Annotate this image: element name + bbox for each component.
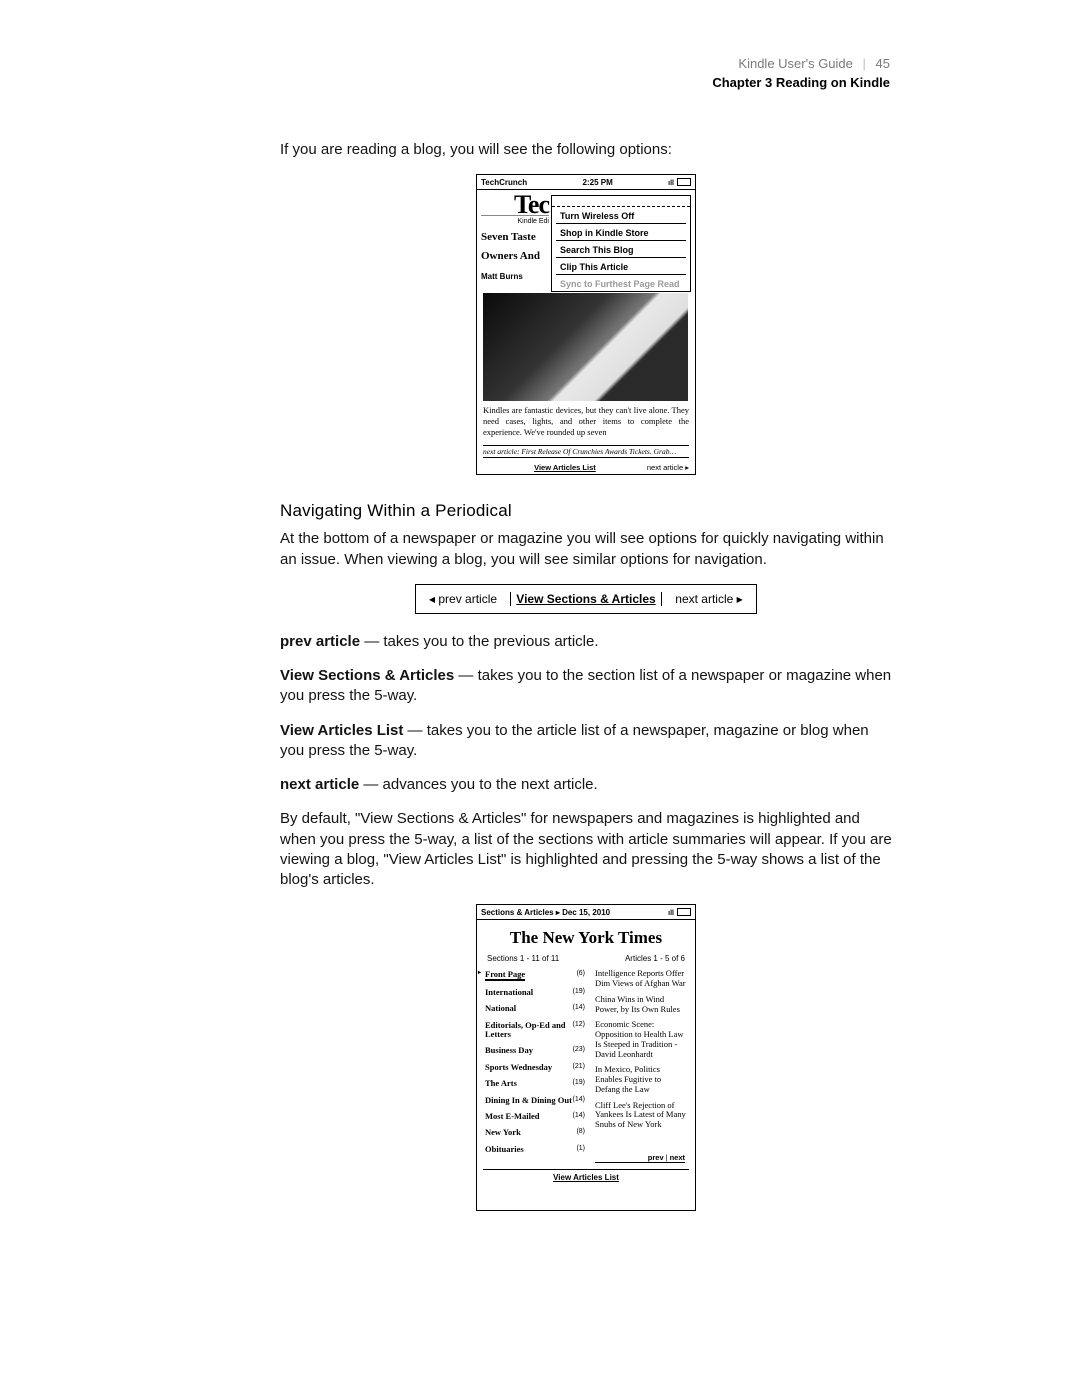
page-header: Kindle User's Guide | 45 Chapter 3 Readi… <box>712 56 890 92</box>
section-item[interactable]: ▸Front Page(6) <box>485 966 585 984</box>
page-number: 45 <box>876 56 890 71</box>
view-sections-articles-button[interactable]: View Sections & Articles <box>510 592 662 606</box>
header-divider: | <box>857 56 872 71</box>
article-byline: Matt Burns <box>481 272 549 281</box>
next-label[interactable]: next <box>670 1153 685 1162</box>
section-item[interactable]: Business Day(23) <box>485 1043 585 1059</box>
battery-icon <box>677 908 691 916</box>
section-item[interactable]: The Arts(19) <box>485 1076 585 1092</box>
app-title: TechCrunch <box>481 178 527 187</box>
definition-vsa: View Sections & Articles — takes you to … <box>280 666 892 707</box>
menu-item-sync: Sync to Furthest Page Read <box>556 275 686 291</box>
guide-title: Kindle User's Guide <box>738 56 852 71</box>
next-article-button[interactable]: next article ▶ <box>662 592 756 606</box>
options-menu: Turn Wireless Off Shop in Kindle Store S… <box>551 195 691 292</box>
article-headline: Owners And <box>481 250 549 263</box>
triangle-left-icon: ◀ <box>429 595 435 604</box>
clock: 2:25 PM <box>583 178 613 187</box>
intro-text: If you are reading a blog, you will see … <box>280 140 892 160</box>
section-item[interactable]: International(19) <box>485 985 585 1001</box>
next-article-label: next article <box>675 592 733 606</box>
desc-next-article: — advances you to the next article. <box>359 776 597 793</box>
default-behavior-text: By default, "View Sections & Articles" f… <box>280 809 892 890</box>
chapter-title: Chapter 3 Reading on Kindle <box>712 75 890 92</box>
article-item[interactable]: Economic Scene: Opposition to Health Law… <box>595 1017 687 1062</box>
prev-next-nav[interactable]: prev|next <box>595 1133 685 1163</box>
article-headline: Seven Taste <box>481 231 549 244</box>
device-status-bar: TechCrunch 2:25 PM <box>477 175 695 190</box>
sections-list: ▸Front Page(6) International(19) Nationa… <box>485 966 585 1163</box>
definition-val: View Articles List — takes you to the ar… <box>280 721 892 762</box>
menu-item-search-blog[interactable]: Search This Blog <box>556 241 686 258</box>
menu-item-wireless-off[interactable]: Turn Wireless Off <box>556 207 686 224</box>
next-article-preview: next article: First Release Of Crunchies… <box>483 445 689 458</box>
signal-icon <box>668 178 674 187</box>
newspaper-masthead: The New York Times <box>477 928 695 948</box>
section-heading: Navigating Within a Periodical <box>280 501 892 521</box>
section-item[interactable]: New York(8) <box>485 1125 585 1141</box>
term-view-sections: View Sections & Articles <box>280 667 454 684</box>
section-item[interactable]: Obituaries(1) <box>485 1141 585 1157</box>
article-item[interactable]: Intelligence Reports Offer Dim Views of … <box>595 966 687 992</box>
blog-menu-screenshot: TechCrunch 2:25 PM Tec Kindle Edi Seven … <box>476 174 696 475</box>
blog-logo: Tec <box>481 198 549 211</box>
nav-bar-figure: ◀ prev article View Sections & Articles … <box>415 584 757 614</box>
section-item[interactable]: Dining In & Dining Out(14) <box>485 1092 585 1108</box>
prev-article-label: prev article <box>438 592 497 606</box>
article-caption: Kindles are fantastic devices, but they … <box>483 405 689 438</box>
bullet-icon: ▸ <box>478 970 481 977</box>
sections-articles-screenshot: Sections & Articles ▸ Dec 15, 2010 The N… <box>476 904 696 1211</box>
article-item[interactable]: China Wins in Wind Power, by Its Own Rul… <box>595 992 687 1018</box>
article-item[interactable]: Cliff Lee's Rejection of Yankees Is Late… <box>595 1098 687 1133</box>
prev-article-button[interactable]: ◀ prev article <box>416 592 510 606</box>
signal-icon <box>668 908 674 917</box>
nav-intro-text: At the bottom of a newspaper or magazine… <box>280 529 892 570</box>
section-item[interactable]: Most E-Mailed(14) <box>485 1108 585 1124</box>
term-next-article: next article <box>280 776 359 793</box>
status-icons <box>668 178 691 187</box>
prev-label[interactable]: prev <box>648 1153 664 1162</box>
article-item[interactable]: In Mexico, Politics Enables Fugitive to … <box>595 1062 687 1097</box>
section-item[interactable]: Sports Wednesday(21) <box>485 1059 585 1075</box>
status-icons <box>668 908 691 917</box>
term-prev-article: prev article <box>280 633 360 650</box>
device-status-bar: Sections & Articles ▸ Dec 15, 2010 <box>477 905 695 920</box>
menu-item-shop[interactable]: Shop in Kindle Store <box>556 224 686 241</box>
articles-range: Articles 1 - 5 of 6 <box>625 954 685 963</box>
definition-prev: prev article — takes you to the previous… <box>280 632 892 652</box>
document-page: Kindle User's Guide | 45 Chapter 3 Readi… <box>0 0 1080 1397</box>
section-item[interactable]: National(14) <box>485 1001 585 1017</box>
sections-range: Sections 1 - 11 of 11 <box>487 954 559 963</box>
menu-item-clip-article[interactable]: Clip This Article <box>556 258 686 275</box>
triangle-right-icon: ▶ <box>737 595 743 604</box>
section-item[interactable]: Editorials, Op-Ed and Letters(12) <box>485 1017 585 1043</box>
next-article-link[interactable]: next article ▸ <box>647 463 689 472</box>
definition-next: next article — advances you to the next … <box>280 775 892 795</box>
menu-top-border <box>552 196 690 207</box>
battery-icon <box>677 178 691 186</box>
article-photo <box>483 293 688 401</box>
desc-prev-article: — takes you to the previous article. <box>360 633 598 650</box>
term-view-articles-list: View Articles List <box>280 722 403 739</box>
view-articles-list-footer[interactable]: View Articles List <box>483 1169 689 1182</box>
articles-list: Intelligence Reports Offer Dim Views of … <box>595 966 687 1163</box>
content-column: If you are reading a blog, you will see … <box>280 140 892 1237</box>
breadcrumb: Sections & Articles ▸ Dec 15, 2010 <box>481 908 610 917</box>
view-articles-list-link[interactable]: View Articles List <box>534 463 596 472</box>
